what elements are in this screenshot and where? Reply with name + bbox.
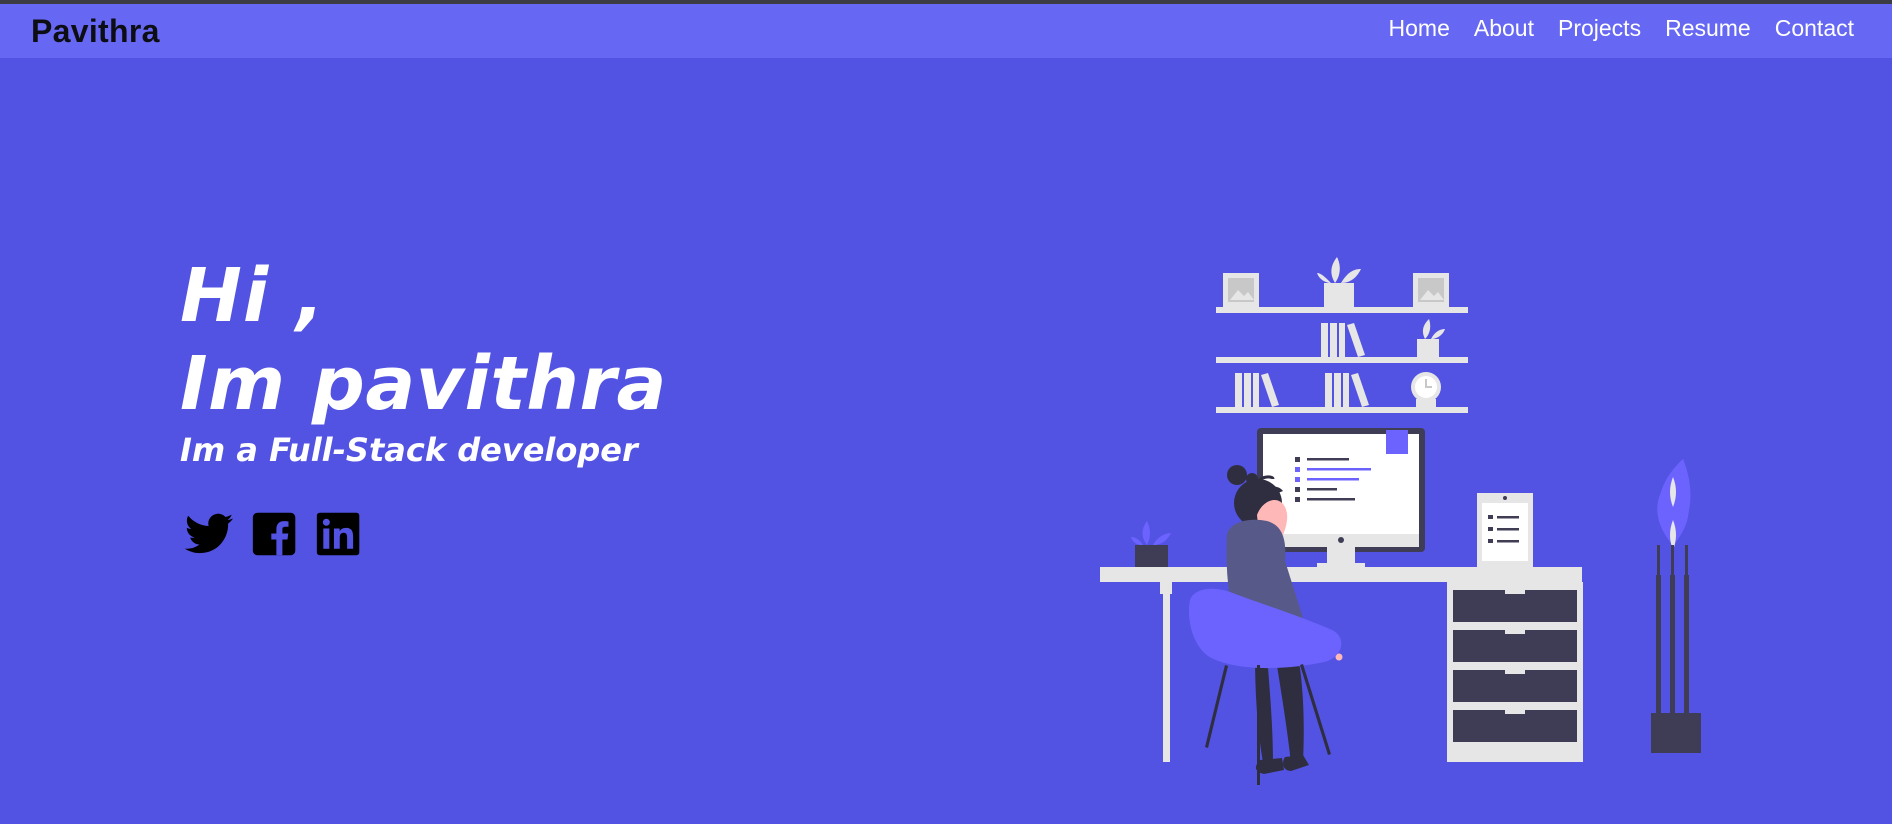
picture-frame-icon — [1223, 273, 1259, 307]
books-icon — [1325, 373, 1369, 407]
twitter-icon[interactable] — [183, 510, 235, 558]
facebook-icon[interactable] — [251, 510, 299, 558]
hero-greeting: Hi , — [180, 253, 326, 339]
picture-frame-icon — [1413, 273, 1449, 307]
tall-plant-icon — [1651, 459, 1701, 753]
brand-logo[interactable]: Pavithra — [31, 12, 160, 50]
nav-contact-link[interactable]: Contact — [1775, 12, 1854, 44]
nav-home-link[interactable]: Home — [1389, 12, 1450, 44]
nav-projects-link[interactable]: Projects — [1558, 12, 1641, 44]
nav-about-link[interactable]: About — [1474, 12, 1534, 44]
desk-plant-icon — [1131, 521, 1171, 567]
nav-menu: Home About Projects Resume Contact — [1389, 12, 1854, 44]
hero-name: Im pavithra — [180, 341, 667, 427]
potted-plant-icon — [1317, 257, 1361, 307]
books-icon — [1235, 373, 1279, 407]
nav-resume-link[interactable]: Resume — [1665, 12, 1751, 44]
tablet-icon — [1477, 493, 1533, 567]
clock-icon — [1411, 372, 1441, 407]
hero-text: Hi , Im pavithra Im a Full-Stack develop… — [180, 252, 667, 472]
developer-at-desk-illustration — [1100, 257, 1701, 785]
small-plant-icon — [1417, 319, 1445, 357]
linkedin-icon[interactable] — [315, 510, 363, 558]
social-links — [183, 510, 363, 558]
hero-role: Im a Full-Stack developer — [180, 431, 638, 469]
navbar: Pavithra Home About Projects Resume Cont… — [0, 4, 1892, 58]
books-icon — [1321, 323, 1365, 357]
